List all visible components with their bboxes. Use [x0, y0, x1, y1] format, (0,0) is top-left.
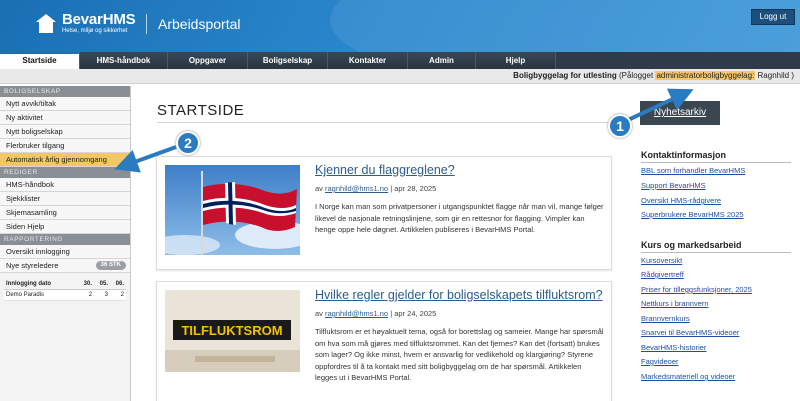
org-name: Boligbyggelag for utlesting: [513, 71, 617, 80]
table-header: 30.: [78, 279, 94, 290]
table-header: 05.: [94, 279, 110, 290]
tab-oppgaver[interactable]: Oppgaver: [168, 52, 248, 69]
article-meta: av ragnhild@hms1.no | apr 28, 2025: [315, 184, 605, 193]
author-link[interactable]: ragnhild@hms1.no: [325, 184, 388, 193]
link-bbl-forhandler[interactable]: BBL som forhandler BevarHMS: [641, 166, 745, 175]
link-kursoversikt[interactable]: Kursoversikt: [641, 256, 682, 265]
main-nav: Startside HMS-håndbok Oppgaver Boligsels…: [0, 52, 800, 69]
link-hms-radgivere[interactable]: Oversikt HMS-rådgivere: [641, 196, 721, 205]
link-priser[interactable]: Priser for tilleggsfunksjoner, 2025: [641, 285, 752, 294]
link-nettkurs[interactable]: Nettkurs i brannvern: [641, 299, 709, 308]
article-image-shelter[interactable]: TILFLUKTSROM: [165, 290, 300, 372]
logged-in-prefix: (Pålogget: [618, 71, 654, 80]
sidebar-item-hms-handbok[interactable]: HMS-håndbok: [0, 178, 130, 192]
tab-startside[interactable]: Startside: [0, 52, 80, 69]
sidebar-item-label: Nye styreledere: [6, 260, 59, 270]
user-role: administratorboligbyggelag:: [655, 71, 756, 80]
table-cell: Demo Paradis: [4, 289, 78, 301]
title-divider: [157, 122, 621, 123]
article-date: | apr 28, 2025: [390, 184, 437, 193]
shelter-sign-text: TILFLUKTSROM: [181, 323, 282, 338]
link-brannvernkurs[interactable]: Brannvernkurs: [641, 314, 690, 323]
contact-divider: [641, 162, 791, 163]
page-title: STARTSIDE: [157, 102, 245, 119]
contact-heading: Kontaktinformasjon: [641, 150, 727, 160]
header-decoration: [330, 0, 800, 52]
author-link[interactable]: ragnhild@hms1.no: [325, 309, 388, 318]
org-bar: Boligbyggelag for utlesting (Pålogget ad…: [0, 69, 800, 84]
tab-kontakter[interactable]: Kontakter: [328, 52, 408, 69]
article-date: | apr 24, 2025: [390, 309, 437, 318]
house-icon: [36, 13, 56, 34]
sidebar-item-ny-aktivitet[interactable]: Ny aktivitet: [0, 111, 130, 125]
article-title[interactable]: Kjenner du flaggreglene?: [315, 163, 605, 178]
table-cell: 2: [78, 289, 94, 301]
app-header: BevarHMS Helse, miljø og sikkerhet Arbei…: [0, 0, 800, 52]
sidebar-item-skjemasamling[interactable]: Skjemasamling: [0, 206, 130, 220]
sidebar-item-nytt-avvik[interactable]: Nytt avvik/tiltak: [0, 97, 130, 111]
link-radgivertreff[interactable]: Rådgivertreff: [641, 270, 684, 279]
table-row: Demo Paradis 2 3 2: [4, 289, 126, 301]
logout-button[interactable]: Logg ut: [751, 9, 795, 25]
sidebar-heading-rediger: REDIGER: [0, 167, 130, 178]
sidebar-item-nye-styreledere[interactable]: Nye styreledere 36 STK: [0, 259, 130, 273]
tab-boligselskap[interactable]: Boligselskap: [248, 52, 328, 69]
portal-title: Arbeidsportal: [158, 16, 241, 32]
sidebar-item-flerbruker-tilgang[interactable]: Flerbruker tilgang: [0, 139, 130, 153]
sidebar-item-sjekklister[interactable]: Sjekklister: [0, 192, 130, 206]
callout-2: 2: [176, 131, 200, 155]
shelter-sign-photo: TILFLUKTSROM: [165, 290, 300, 372]
table-header: 06.: [110, 279, 126, 290]
flag-photo: [165, 165, 300, 255]
article-excerpt: Tilfluktsrom er et høyaktuelt tema, også…: [315, 327, 604, 382]
article-image-flag[interactable]: [165, 165, 300, 255]
article-title[interactable]: Hvilke regler gjelder for boligselskapet…: [315, 288, 605, 303]
callout-1: 1: [608, 114, 632, 138]
sidebar: BOLIGSELSKAP Nytt avvik/tiltak Ny aktivi…: [0, 86, 131, 401]
tab-hms-handbok[interactable]: HMS-håndbok: [80, 52, 168, 69]
byline-prefix: av: [315, 309, 323, 318]
link-fagvideoer[interactable]: Fagvideoer: [641, 357, 679, 366]
table-cell: 3: [94, 289, 110, 301]
count-badge: 36 STK: [95, 261, 126, 270]
brand-name: BevarHMS: [62, 11, 136, 28]
brand-tagline: Helse, miljø og sikkerhet: [62, 28, 128, 34]
courses-heading: Kurs og markedsarbeid: [641, 240, 742, 250]
article-meta: av ragnhild@hms1.no | apr 24, 2025: [315, 309, 605, 318]
sidebar-heading-rapportering: RAPPORTERING: [0, 234, 130, 245]
sidebar-item-siden-hjelp[interactable]: Siden Hjelp: [0, 220, 130, 234]
sidebar-item-automatisk-gjennomgang[interactable]: Automatisk årlig gjennomgang: [0, 153, 130, 167]
article-card: TILFLUKTSROM Hvilke regler gjelder for b…: [156, 281, 612, 401]
byline-prefix: av: [315, 184, 323, 193]
article-excerpt: I Norge kan man som privatpersoner i utg…: [315, 202, 604, 234]
table-header: Innlogging dato: [4, 279, 78, 290]
link-videoer[interactable]: Snarvei til BevarHMS-videoer: [641, 328, 739, 337]
sidebar-heading-boligselskap: BOLIGSELSKAP: [0, 86, 130, 97]
link-markedsmateriell[interactable]: Markedsmateriell og videoer: [641, 372, 735, 381]
user-name: Ragnhild ): [757, 71, 794, 80]
link-historier[interactable]: BevarHMS-historier: [641, 343, 706, 352]
link-support[interactable]: Support BevarHMS: [641, 181, 706, 190]
brand-logo[interactable]: BevarHMS Helse, miljø og sikkerhet: [36, 11, 136, 35]
sidebar-item-oversikt-innlogging[interactable]: Oversikt innlogging: [0, 245, 130, 259]
link-superbrukere[interactable]: Superbrukere BevarHMS 2025: [641, 210, 744, 219]
header-divider: [146, 14, 147, 34]
tab-hjelp[interactable]: Hjelp: [476, 52, 556, 69]
tab-admin[interactable]: Admin: [408, 52, 476, 69]
table-cell: 2: [110, 289, 126, 301]
login-table: Innlogging dato 30. 05. 06. Demo Paradis…: [4, 279, 126, 301]
article-card: Kjenner du flaggreglene? av ragnhild@hms…: [156, 156, 612, 270]
sidebar-item-nytt-boligselskap[interactable]: Nytt boligselskap: [0, 125, 130, 139]
news-archive-button[interactable]: Nyhetsarkiv: [640, 101, 720, 125]
courses-divider: [641, 252, 791, 253]
